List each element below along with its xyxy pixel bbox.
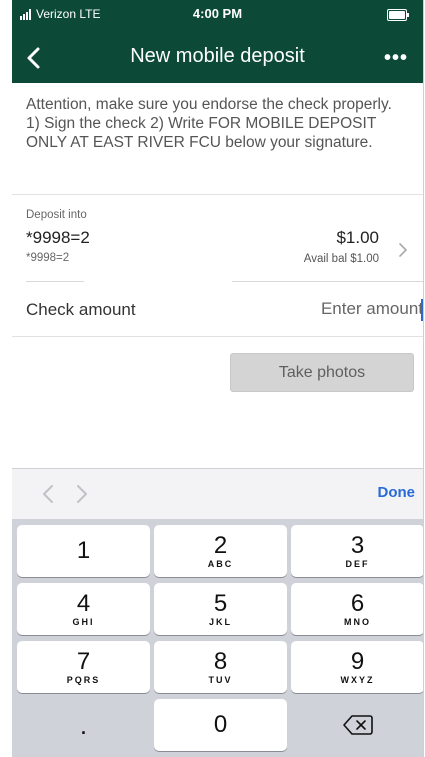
check-amount-row: Check amount xyxy=(12,282,423,336)
key-decimal[interactable]: . xyxy=(17,699,150,751)
status-time: 4:00 PM xyxy=(192,6,243,21)
key-letters: MNO xyxy=(344,616,371,627)
key-digit: 3 xyxy=(350,531,365,559)
check-amount-input[interactable] xyxy=(173,292,423,326)
key-3[interactable]: 3 DEF xyxy=(291,525,423,577)
key-letters: WXYZ xyxy=(340,674,375,685)
key-digit: 5 xyxy=(213,589,228,617)
key-digit: . xyxy=(79,710,88,740)
battery-icon xyxy=(387,9,409,21)
available-balance: Avail bal $1.00 xyxy=(303,253,379,265)
key-4[interactable]: 4 GHI xyxy=(17,583,150,635)
key-digit: 8 xyxy=(213,647,228,675)
key-9[interactable]: 9 WXYZ xyxy=(291,641,423,693)
status-bar: Verizon LTE 4:00 PM xyxy=(12,0,423,32)
next-field-icon[interactable] xyxy=(70,483,92,505)
key-digit: 1 xyxy=(76,537,91,564)
previous-field-icon[interactable] xyxy=(38,483,60,505)
chevron-right-icon xyxy=(399,243,407,257)
key-digit: 6 xyxy=(350,589,365,617)
deposit-account-selector[interactable]: Deposit into *9998=2 *9998=2 $1.00 Avail… xyxy=(12,195,423,280)
deposit-into-label: Deposit into xyxy=(26,209,87,221)
key-6[interactable]: 6 MNO xyxy=(291,583,423,635)
key-digit: 4 xyxy=(76,589,91,617)
key-7[interactable]: 7 PQRS xyxy=(17,641,150,693)
account-balance: $1.00 xyxy=(336,228,379,247)
account-name: *9998=2 xyxy=(26,228,90,247)
key-8[interactable]: 8 TUV xyxy=(154,641,287,693)
done-button[interactable]: Done xyxy=(378,484,416,501)
key-digit: 2 xyxy=(213,531,228,559)
key-letters: PQRS xyxy=(66,674,101,685)
key-1[interactable]: 1 xyxy=(17,525,150,577)
key-5[interactable]: 5 JKL xyxy=(154,583,287,635)
key-backspace[interactable] xyxy=(291,699,423,751)
key-letters: DEF xyxy=(345,558,370,569)
backspace-icon xyxy=(342,715,373,735)
endorsement-notice: Attention, make sure you endorse the che… xyxy=(12,83,423,194)
text-cursor xyxy=(421,299,423,321)
key-letters: ABC xyxy=(207,558,234,569)
key-letters: TUV xyxy=(208,674,233,685)
key-digit: 7 xyxy=(76,647,91,675)
account-number: *9998=2 xyxy=(26,252,70,264)
key-letters: JKL xyxy=(208,616,232,627)
app-screen: Verizon LTE 4:00 PM New mobile deposit •… xyxy=(12,0,424,757)
key-digit: 9 xyxy=(350,647,365,675)
key-digit: 0 xyxy=(213,711,228,738)
take-photos-button[interactable]: Take photos xyxy=(230,353,414,392)
check-amount-label: Check amount xyxy=(26,300,136,319)
key-0[interactable]: 0 xyxy=(154,699,287,751)
header: Verizon LTE 4:00 PM New mobile deposit •… xyxy=(12,0,423,83)
key-2[interactable]: 2 ABC xyxy=(154,525,287,577)
page-title: New mobile deposit xyxy=(130,45,305,67)
keyboard-accessory-bar: Done xyxy=(12,468,423,519)
divider xyxy=(12,336,423,337)
more-button[interactable]: ••• xyxy=(379,40,413,76)
key-letters: GHI xyxy=(72,616,95,627)
numeric-keypad: 1 2 ABC 3 DEF 4 GHI 5 JKL 6 MNO 7 PQRS 8… xyxy=(12,519,423,757)
